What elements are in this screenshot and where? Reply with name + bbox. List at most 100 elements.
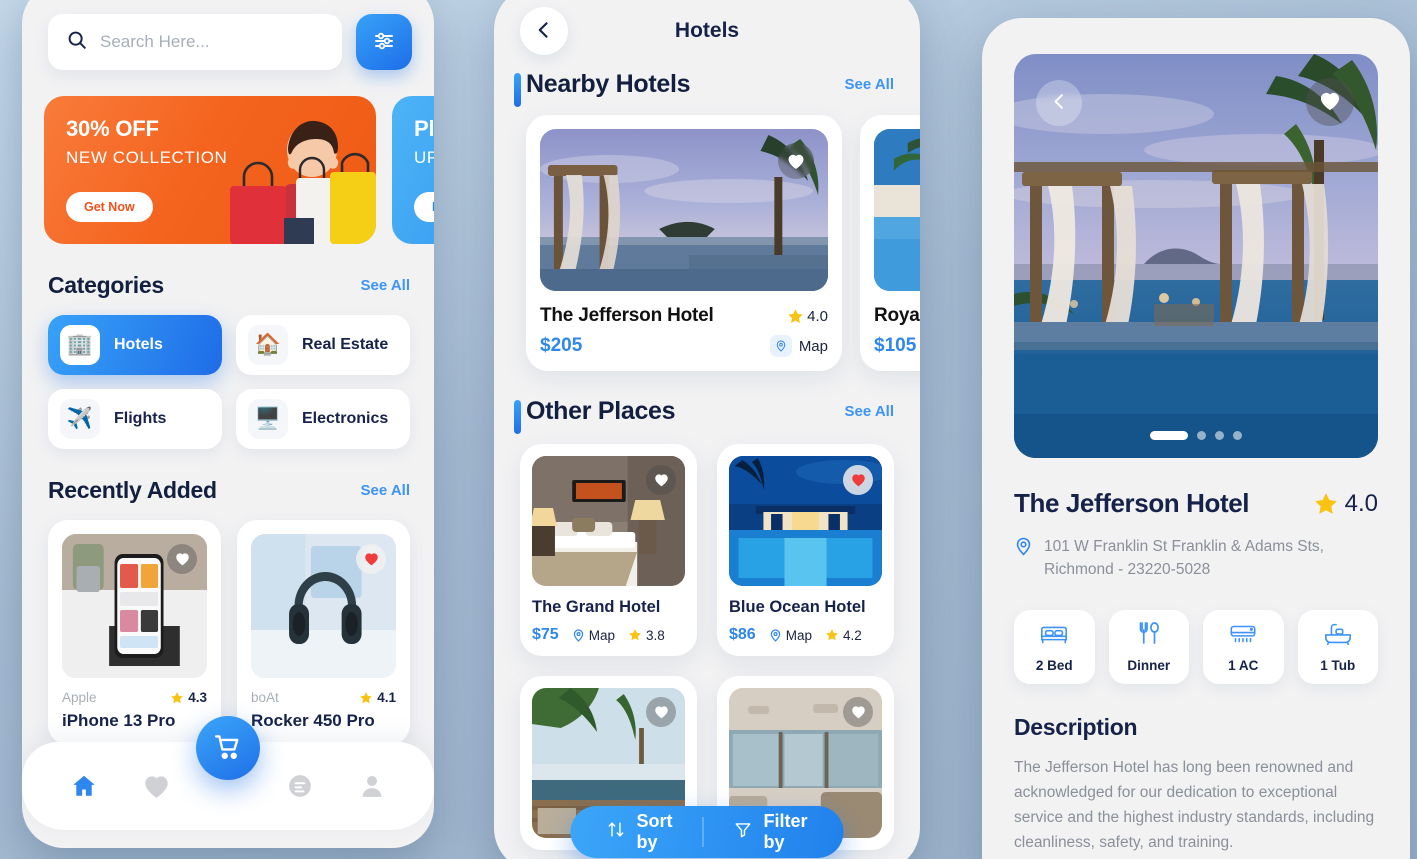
hotel-gallery[interactable]	[1014, 54, 1378, 458]
hotel-detail-panel: The Jefferson Hotel 4.0 101 W Franklin S…	[982, 18, 1410, 859]
nav-item-home[interactable]	[61, 763, 107, 809]
banner-subline: UP TO	[414, 148, 434, 167]
person-icon	[362, 776, 382, 797]
place-card[interactable]: The Grand Hotel $75 Map 3.8	[520, 444, 697, 656]
place-footer: $86 Map 4.2	[729, 626, 882, 644]
nav-item-orders[interactable]	[277, 763, 323, 809]
categories-see-all[interactable]: See All	[361, 277, 410, 294]
office-building-icon: 🏢	[60, 325, 100, 365]
map-button[interactable]: Map	[769, 628, 812, 643]
product-card[interactable]: boAt 4.1 Rocker 450 Pro	[237, 520, 410, 745]
product-image	[251, 534, 396, 678]
category-real-estate[interactable]: 🏠 Real Estate	[236, 315, 410, 375]
map-button[interactable]: Map	[572, 628, 615, 643]
place-image	[729, 456, 882, 586]
star-icon	[788, 308, 803, 323]
promo-banner-offer[interactable]: 30% OFF NEW COLLECTION Get Now	[44, 96, 376, 244]
product-meta: boAt 4.1	[251, 690, 396, 705]
favorite-toggle[interactable]	[646, 697, 676, 727]
sort-arrows-icon	[606, 820, 625, 844]
favorite-toggle[interactable]	[843, 697, 873, 727]
category-label: Electronics	[302, 410, 389, 427]
hotel-price: $205	[540, 335, 583, 356]
favorite-toggle[interactable]	[167, 544, 197, 574]
hotel-card[interactable]: The Jefferson Hotel 4.0 $205 Map	[526, 115, 842, 371]
heart-icon	[144, 775, 168, 798]
gallery-prev-button[interactable]	[1036, 80, 1082, 126]
hotel-name: The Jefferson Hotel	[1014, 488, 1250, 518]
product-rating: 4.1	[359, 690, 396, 705]
product-image	[62, 534, 207, 678]
place-card[interactable]: Blue Ocean Hotel $86 Map 4.2	[717, 444, 894, 656]
cart-fab-button[interactable]	[196, 716, 260, 780]
star-icon	[360, 691, 373, 703]
favorite-toggle[interactable]	[778, 143, 814, 179]
nav-item-favorites[interactable]	[133, 763, 179, 809]
favorite-toggle[interactable]	[1306, 78, 1354, 126]
promo-banner-travel[interactable]: Plan UP TO Book	[392, 96, 434, 244]
section-accent-bar	[514, 73, 521, 107]
gallery-dot[interactable]	[1197, 431, 1206, 440]
gallery-dot[interactable]	[1150, 431, 1188, 440]
search-input[interactable]	[100, 32, 324, 52]
hotel-image	[540, 129, 828, 291]
section-accent-bar	[514, 400, 521, 434]
place-footer: $75 Map 3.8	[532, 626, 685, 644]
app-stage: 30% OFF NEW COLLECTION Get Now	[0, 0, 1417, 859]
hotel-rating: 4.0	[787, 308, 828, 325]
place-rating: 3.8	[628, 628, 665, 643]
hotel-name: The Jefferson Hotel	[540, 305, 714, 326]
hotel-address: 101 W Franklin St Franklin & Adams Sts, …	[1014, 535, 1378, 582]
product-card[interactable]: Apple 4.3 iPhone 13 Pro	[48, 520, 221, 745]
gallery-dot[interactable]	[1215, 431, 1224, 440]
star-icon	[629, 629, 641, 641]
favorite-toggle[interactable]	[646, 465, 676, 495]
amenity-label: Dinner	[1127, 657, 1171, 673]
categories-title: Categories	[48, 272, 164, 298]
favorite-toggle[interactable]	[356, 544, 386, 574]
product-rating: 4.3	[170, 690, 207, 705]
products-grid: Apple 4.3 iPhone 13 Pro boAt 4.1 Rocker …	[48, 520, 410, 745]
back-button[interactable]	[520, 7, 568, 55]
funnel-icon	[733, 820, 752, 844]
category-hotels[interactable]: 🏢 Hotels	[48, 315, 222, 375]
amenity-tub[interactable]: 1 Tub	[1297, 609, 1378, 684]
amenity-bed[interactable]: 2 Bed	[1014, 609, 1095, 684]
category-label: Hotels	[114, 336, 163, 353]
nav-item-profile[interactable]	[349, 763, 395, 809]
hotel-image	[874, 129, 920, 291]
other-places-see-all[interactable]: See All	[845, 403, 894, 420]
categories-header: Categories See All	[48, 272, 410, 299]
promo-banner-carousel[interactable]: 30% OFF NEW COLLECTION Get Now Pl UP	[44, 96, 434, 244]
devices-icon: 🖥️	[248, 399, 288, 439]
heart-icon	[1319, 91, 1341, 114]
recently-added-see-all[interactable]: See All	[361, 482, 410, 499]
hotel-title-row: The Jefferson Hotel 4.0	[1014, 488, 1378, 519]
amenity-ac[interactable]: 1 AC	[1203, 609, 1284, 684]
description-body: The Jefferson Hotel has long been renown…	[1014, 758, 1375, 851]
category-electronics[interactable]: 🖥️ Electronics	[236, 389, 410, 449]
get-now-button[interactable]: Get Now	[66, 192, 153, 222]
amenity-label: 1 AC	[1228, 657, 1259, 673]
shopper-illustration	[230, 120, 376, 244]
filter-button[interactable]	[356, 14, 412, 70]
place-name: Blue Ocean Hotel	[729, 598, 866, 616]
nearby-hotels-carousel[interactable]: The Jefferson Hotel 4.0 $205 Map Royal $…	[526, 115, 920, 371]
gallery-pagination	[1150, 431, 1242, 440]
filter-by-button[interactable]: Filter by	[703, 806, 837, 858]
search-input-container[interactable]	[48, 14, 342, 70]
favorite-toggle[interactable]	[843, 465, 873, 495]
product-name: Rocker 450 Pro	[251, 711, 375, 730]
amenity-dinner[interactable]: Dinner	[1108, 609, 1189, 684]
shopping-cart-icon	[213, 732, 243, 765]
hotel-rating: 4.0	[1313, 490, 1378, 518]
book-button[interactable]: Book	[414, 192, 434, 222]
hotel-card[interactable]: Royal $105	[860, 115, 920, 371]
map-button[interactable]: Map	[769, 335, 828, 357]
hotel-name-row: Royal	[874, 305, 920, 327]
sort-by-button[interactable]: Sort by	[576, 806, 702, 858]
map-label: Map	[798, 337, 828, 355]
gallery-dot[interactable]	[1233, 431, 1242, 440]
category-flights[interactable]: ✈️ Flights	[48, 389, 222, 449]
nearby-hotels-see-all[interactable]: See All	[845, 76, 894, 93]
